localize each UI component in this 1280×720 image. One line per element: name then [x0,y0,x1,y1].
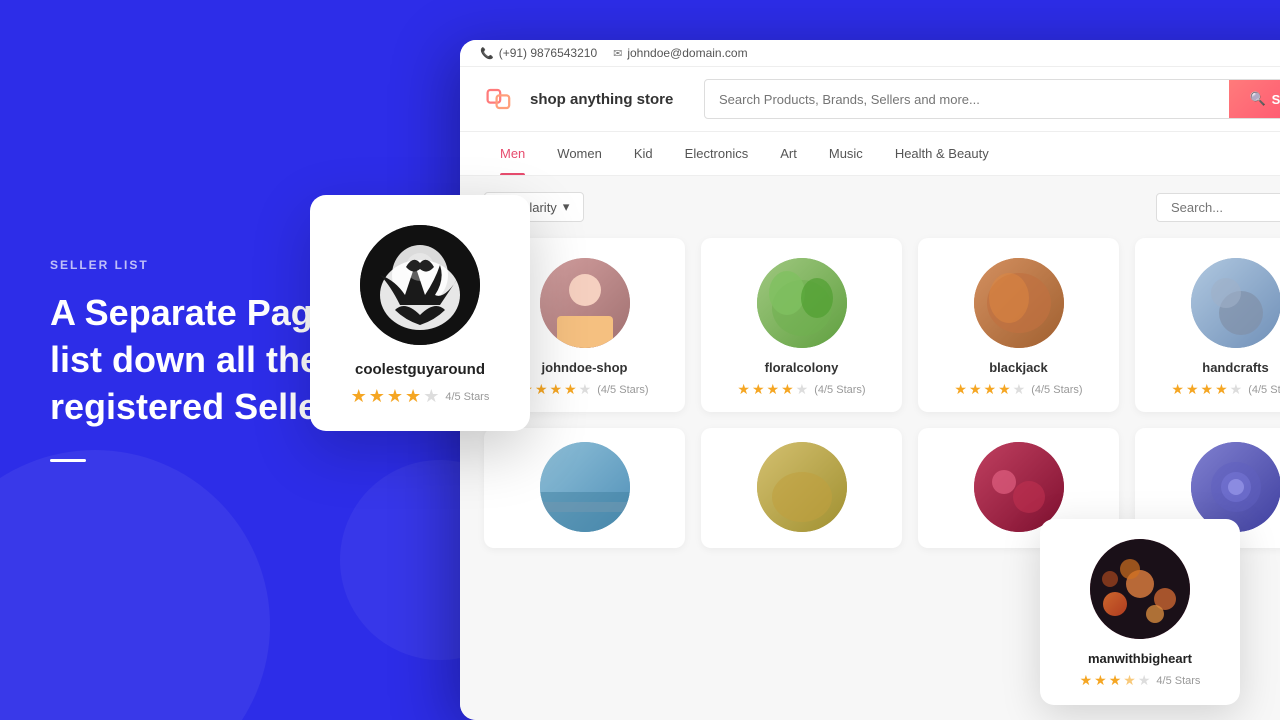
search-bar[interactable]: 🔍 Search [704,79,1280,119]
fc2-star-1: ★ [1080,672,1093,689]
star-1: ★ [737,381,750,398]
seller-avatar-johndoe [540,258,630,348]
seller-avatar-blackjack [974,258,1064,348]
email-address: johndoe@domain.com [627,46,747,60]
star-1: ★ [1171,381,1184,398]
fc2-star-3: ★ [1109,672,1122,689]
nav-item-music[interactable]: Music [813,132,879,175]
top-bar: 📞 (+91) 9876543210 ✉ johndoe@domain.com [460,40,1280,67]
star-3: ★ [550,381,563,398]
header: shop anything store 🔍 Search [460,67,1280,132]
star-5: ★ [579,381,592,398]
star-2: ★ [969,381,982,398]
fstar-2: ★ [369,386,385,407]
fc2-rating-label: 4/5 Stars [1156,675,1200,687]
seller-rating-handcrafts: (4/5 Stars) [1248,384,1280,396]
seller-name-johndoe: johndoe-shop [542,360,628,375]
nav-item-health-beauty[interactable]: Health & Beauty [879,132,1005,175]
seller-rating-floralcolony: (4/5 Stars) [814,384,865,396]
logo-icon [484,81,520,117]
fstar-4: ★ [405,386,421,407]
filter-row: Popularity ▾ [484,192,1280,222]
star-2: ★ [535,381,548,398]
seller-search-input[interactable] [1156,193,1280,222]
seller-name-handcrafts: handcrafts [1202,360,1268,375]
star-5: ★ [1230,381,1243,398]
star-5: ★ [1013,381,1026,398]
star-3: ★ [1201,381,1214,398]
seller-avatar-floralcolony [757,258,847,348]
fstar-1: ★ [351,386,367,407]
floating-seller-name-2: manwithbigheart [1088,651,1192,666]
search-icon: 🔍 [1249,91,1265,107]
floating-seller-name: coolestguyaround [355,361,485,378]
email-contact: ✉ johndoe@domain.com [613,46,747,60]
star-4: ★ [564,381,577,398]
star-5: ★ [796,381,809,398]
fc2-star-4: ★ [1123,672,1136,689]
chevron-down-icon: ▾ [563,199,570,215]
logo-text: shop anything store [530,91,673,108]
fc2-star-5: ★ [1138,672,1151,689]
star-4: ★ [781,381,794,398]
seller-stars-handcrafts: ★ ★ ★ ★ ★ (4/5 Stars) [1171,381,1280,398]
nav-item-kid[interactable]: Kid [618,132,669,175]
seller-stars-blackjack: ★ ★ ★ ★ ★ (4/5 Stars) [954,381,1082,398]
floating-avatar-coolestguyaround [360,225,480,345]
seller-rating-johndoe: (4/5 Stars) [597,384,648,396]
star-2: ★ [752,381,765,398]
star-3: ★ [767,381,780,398]
seller-card-6[interactable] [701,428,902,548]
fstar-5: ★ [423,386,439,407]
floating-seller-stars: ★ ★ ★ ★ ★ 4/5 Stars [351,386,490,407]
seller-card-5[interactable] [484,428,685,548]
fstar-3: ★ [387,386,403,407]
phone-icon: 📞 [480,47,494,60]
seller-avatar-handcrafts [1191,258,1280,348]
fc2-star-2: ★ [1094,672,1107,689]
search-input[interactable] [705,92,1229,107]
star-1: ★ [954,381,967,398]
nav-bar: Men Women Kid Electronics Art Music Heal… [460,132,1280,176]
nav-item-art[interactable]: Art [764,132,813,175]
seller-avatar-6 [757,442,847,532]
seller-name-blackjack: blackjack [989,360,1048,375]
star-3: ★ [984,381,997,398]
nav-item-electronics[interactable]: Electronics [669,132,765,175]
seller-card-handcrafts[interactable]: handcrafts ★ ★ ★ ★ ★ (4/5 Stars) [1135,238,1280,412]
seller-name-floralcolony: floralcolony [765,360,839,375]
nav-item-men[interactable]: Men [484,132,541,175]
phone-number: (+91) 9876543210 [499,46,597,60]
seller-stars-johndoe: ★ ★ ★ ★ ★ (4/5 Stars) [520,381,648,398]
search-button[interactable]: 🔍 Search [1229,80,1280,118]
nav-item-women[interactable]: Women [541,132,618,175]
seller-card-floralcolony[interactable]: floralcolony ★ ★ ★ ★ ★ (4/5 Stars) [701,238,902,412]
seller-stars-floralcolony: ★ ★ ★ ★ ★ (4/5 Stars) [737,381,865,398]
mail-icon: ✉ [613,47,622,60]
logo-area: shop anything store [484,81,684,117]
floating-rating-label: 4/5 Stars [445,391,489,403]
divider [50,459,86,462]
floating-seller-card[interactable]: coolestguyaround ★ ★ ★ ★ ★ 4/5 Stars [310,195,530,431]
floating-avatar-manwithbigheart [1090,539,1190,639]
seller-rating-blackjack: (4/5 Stars) [1031,384,1082,396]
seller-grid-row1: johndoe-shop ★ ★ ★ ★ ★ (4/5 Stars) [484,238,1280,412]
phone-contact: 📞 (+91) 9876543210 [480,46,597,60]
star-2: ★ [1186,381,1199,398]
star-4: ★ [998,381,1011,398]
search-btn-label: Search [1272,92,1280,107]
seller-card-blackjack[interactable]: blackjack ★ ★ ★ ★ ★ (4/5 Stars) [918,238,1119,412]
star-4: ★ [1215,381,1228,398]
floating-seller-card-2[interactable]: manwithbigheart ★ ★ ★ ★ ★ 4/5 Stars [1040,519,1240,705]
seller-avatar-5 [540,442,630,532]
floating-seller-stars-2: ★ ★ ★ ★ ★ 4/5 Stars [1080,672,1201,689]
